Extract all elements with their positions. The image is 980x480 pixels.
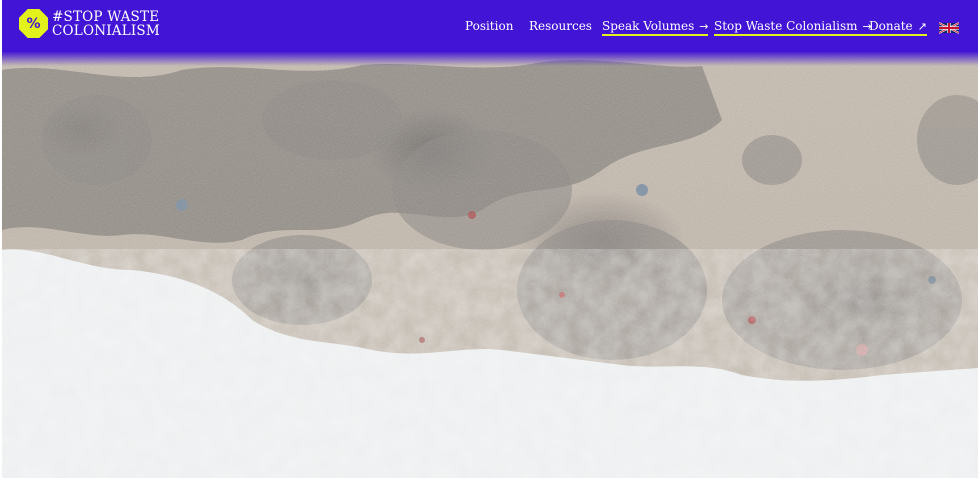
nav-item-label: Speak Volumes (602, 19, 695, 33)
nav-item-donate[interactable]: Donate ↗ (869, 19, 927, 36)
arrow-right-icon: → (699, 19, 709, 33)
main-nav: Position Resources Speak Volumes → Stop … (2, 19, 978, 39)
nav-item-label: Position (465, 19, 514, 33)
beach-waste-illustration (2, 0, 978, 478)
nav-item-speak-volumes[interactable]: Speak Volumes → (602, 19, 709, 36)
uk-flag-icon[interactable] (939, 21, 959, 35)
nav-item-label: Donate (869, 19, 913, 33)
nav-item-position[interactable]: Position (465, 19, 513, 33)
hero-image (2, 0, 978, 478)
nav-item-stop-waste-colonialism[interactable]: Stop Waste Colonialism → (714, 19, 872, 36)
page: % #STOP WASTE COLONIALISM Position Resou… (2, 0, 978, 478)
nav-item-label: Stop Waste Colonialism (714, 19, 858, 33)
nav-item-resources[interactable]: Resources (529, 19, 592, 33)
header-fade (2, 52, 978, 66)
nav-item-label: Resources (529, 19, 592, 33)
external-link-icon: ↗ (917, 19, 927, 33)
